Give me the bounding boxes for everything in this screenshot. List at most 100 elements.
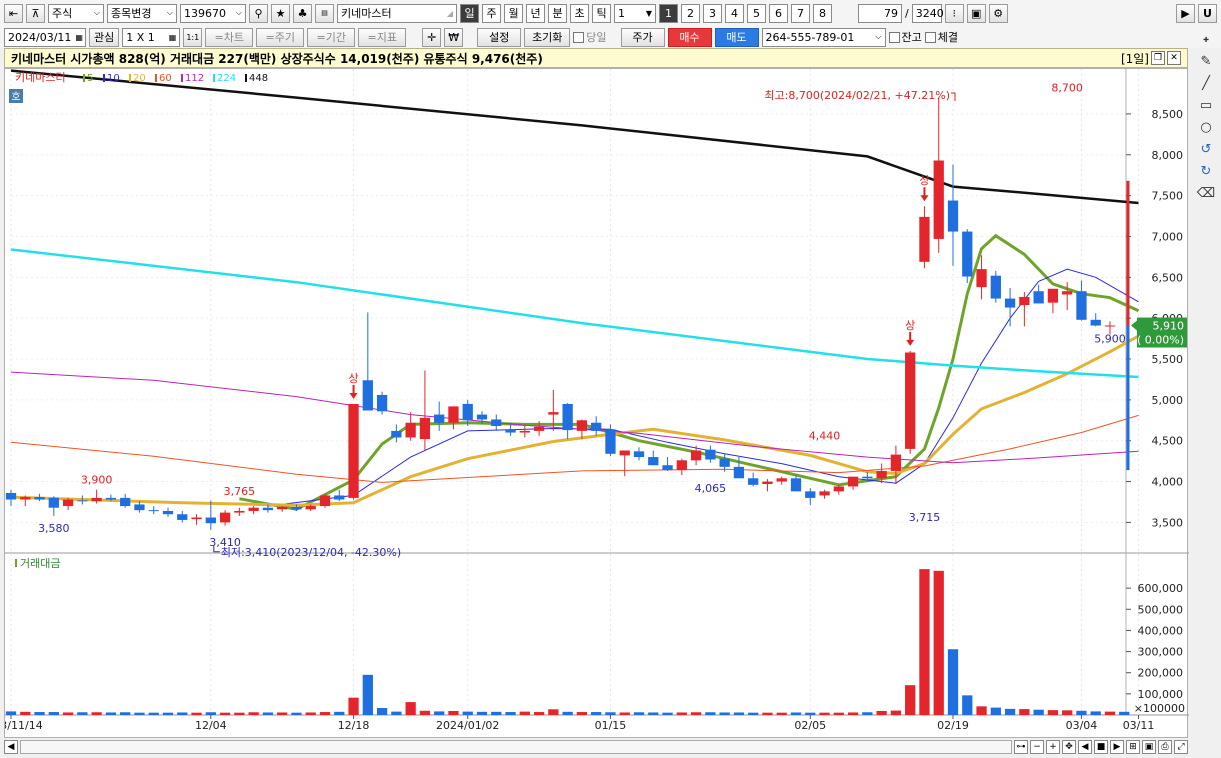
- volume-bar: [662, 712, 673, 715]
- line-icon[interactable]: ╱: [1195, 74, 1217, 93]
- stock-name-field[interactable]: 키네마스터 ◢: [337, 3, 457, 23]
- pencil-icon[interactable]: ✎: [1195, 52, 1217, 71]
- restore-icon[interactable]: ❐: [1151, 51, 1165, 65]
- period-tick[interactable]: 틱: [592, 3, 611, 23]
- next-icon[interactable]: ▶: [1110, 740, 1124, 754]
- ma-line-20: [10, 334, 1140, 507]
- print-icon[interactable]: ⎙: [1158, 740, 1172, 754]
- chart-svg[interactable]: 3,5004,0004,5005,0005,5006,0006,5007,000…: [0, 69, 1189, 739]
- price-button[interactable]: 주가: [620, 27, 665, 47]
- zoom-slider-icon[interactable]: ⊶: [1014, 740, 1028, 754]
- user-icon[interactable]: U: [1198, 3, 1217, 23]
- pin-left-icon[interactable]: ⇤: [4, 3, 23, 23]
- account-select[interactable]: 264-555-789-01 ⌵: [761, 27, 886, 47]
- redo-icon[interactable]: ↻: [1195, 162, 1217, 181]
- zoom-icon[interactable]: ⁝: [944, 3, 964, 23]
- candle-body: [719, 458, 730, 467]
- close-icon[interactable]: ✕: [1167, 51, 1181, 65]
- nav-period-button[interactable]: =주기: [256, 27, 305, 47]
- save-icon[interactable]: ▣: [966, 3, 986, 23]
- zoom-in-icon[interactable]: +: [1046, 740, 1060, 754]
- period-value-select[interactable]: 1 ▼: [614, 3, 656, 23]
- volume-bar: [847, 712, 859, 715]
- volume-bar: [362, 674, 373, 715]
- candle-body: [34, 497, 45, 500]
- date-tick-label: 2024/01/02: [436, 719, 499, 732]
- excel-icon[interactable]: ⊞: [1126, 740, 1140, 754]
- layout-select[interactable]: 1 X 1 ▦: [122, 27, 181, 47]
- page-7[interactable]: 7: [791, 3, 810, 23]
- extreme-marker-label: 5,900: [1094, 332, 1126, 345]
- candle-body: [1104, 325, 1116, 327]
- count-input[interactable]: 79: [858, 3, 902, 23]
- page-1[interactable]: 1: [659, 3, 678, 23]
- one-to-one-icon[interactable]: 1:1: [183, 27, 203, 47]
- filled-checkbox[interactable]: 체결: [924, 29, 958, 45]
- move-icon[interactable]: ✥: [1062, 740, 1076, 754]
- alarm-icon[interactable]: ♣: [293, 3, 312, 23]
- nav-indicator-button[interactable]: =지표: [358, 27, 407, 47]
- candle-body: [648, 457, 659, 466]
- prev-icon[interactable]: ◀: [1078, 740, 1092, 754]
- stop-icon[interactable]: ■: [1094, 740, 1108, 754]
- volume-tick-label: 100,000: [1138, 688, 1184, 701]
- code-input-value: 139670: [184, 6, 226, 20]
- nav-range-button[interactable]: =기간: [307, 27, 356, 47]
- volume-bar: [1047, 710, 1059, 715]
- stock-name-value: 키네마스터: [341, 7, 392, 20]
- period-second[interactable]: 초: [570, 3, 589, 23]
- page-6[interactable]: 6: [769, 3, 788, 23]
- watch-button[interactable]: 관심: [89, 27, 120, 47]
- market-select[interactable]: 주식 ⌵: [48, 3, 104, 23]
- buy-button[interactable]: 매수: [667, 27, 712, 47]
- page-2[interactable]: 2: [681, 3, 700, 23]
- search-icon[interactable]: ⚲: [249, 3, 268, 23]
- nav-chart-button[interactable]: =차트: [205, 27, 254, 47]
- tool-label-icon[interactable]: ✚: [1195, 30, 1217, 49]
- mode-select[interactable]: 종목변경 ⌵: [107, 3, 177, 23]
- candle-body: [362, 380, 373, 411]
- page-3[interactable]: 3: [703, 3, 722, 23]
- volume-bar: [1004, 708, 1016, 715]
- upper-limit-label: 상: [348, 372, 358, 385]
- eraser-icon[interactable]: ⌫: [1195, 184, 1217, 203]
- candle-body: [248, 507, 259, 511]
- chart-area[interactable]: 3,5004,0004,5005,0005,5006,0006,5007,000…: [0, 68, 1189, 739]
- rectangle-icon[interactable]: ▭: [1195, 96, 1217, 115]
- sell-button[interactable]: 매도: [714, 27, 759, 47]
- volume-bar: [391, 711, 402, 715]
- list-icon[interactable]: ▤: [315, 3, 334, 23]
- page-5[interactable]: 5: [747, 3, 766, 23]
- period-day[interactable]: 일: [460, 3, 479, 23]
- date-field[interactable]: 2024/03/11 ▦: [4, 27, 86, 47]
- topmost-icon[interactable]: ⊼: [26, 3, 45, 23]
- save-image-icon[interactable]: ▣: [1142, 740, 1156, 754]
- candle-body: [533, 426, 545, 431]
- scroll-left-icon[interactable]: ◀: [4, 740, 18, 754]
- undo-icon[interactable]: ↺: [1195, 140, 1217, 159]
- horizontal-scrollbar[interactable]: [20, 740, 1012, 754]
- page-4[interactable]: 4: [725, 3, 744, 23]
- page-8[interactable]: 8: [813, 3, 832, 23]
- period-week[interactable]: 주: [482, 3, 501, 23]
- reset-button[interactable]: 초기화: [524, 27, 571, 47]
- volume-bar: [762, 712, 773, 715]
- period-month[interactable]: 월: [504, 3, 523, 23]
- star-icon[interactable]: ★: [271, 3, 290, 23]
- sidebar-toggle-icon[interactable]: ▶: [1176, 3, 1195, 23]
- candle-body: [947, 200, 959, 232]
- settings-button[interactable]: 설정: [477, 27, 522, 47]
- code-input[interactable]: 139670 ⌵: [180, 3, 246, 23]
- date-tick-label: 12/18: [338, 719, 370, 732]
- zoom-out-icon[interactable]: −: [1030, 740, 1044, 754]
- fullscreen-icon[interactable]: ⤢: [1174, 740, 1188, 754]
- circle-icon[interactable]: ○: [1195, 118, 1217, 137]
- period-year[interactable]: 년: [526, 3, 545, 23]
- gear-icon[interactable]: ⚙: [988, 3, 1008, 23]
- sameday-checkbox[interactable]: 당일: [573, 29, 607, 45]
- balance-checkbox[interactable]: 잔고: [888, 29, 922, 45]
- period-minute[interactable]: 분: [548, 3, 567, 23]
- crosshair-icon[interactable]: ✛: [422, 27, 442, 47]
- volume-bar: [120, 712, 131, 715]
- won-icon[interactable]: ₩: [444, 27, 464, 47]
